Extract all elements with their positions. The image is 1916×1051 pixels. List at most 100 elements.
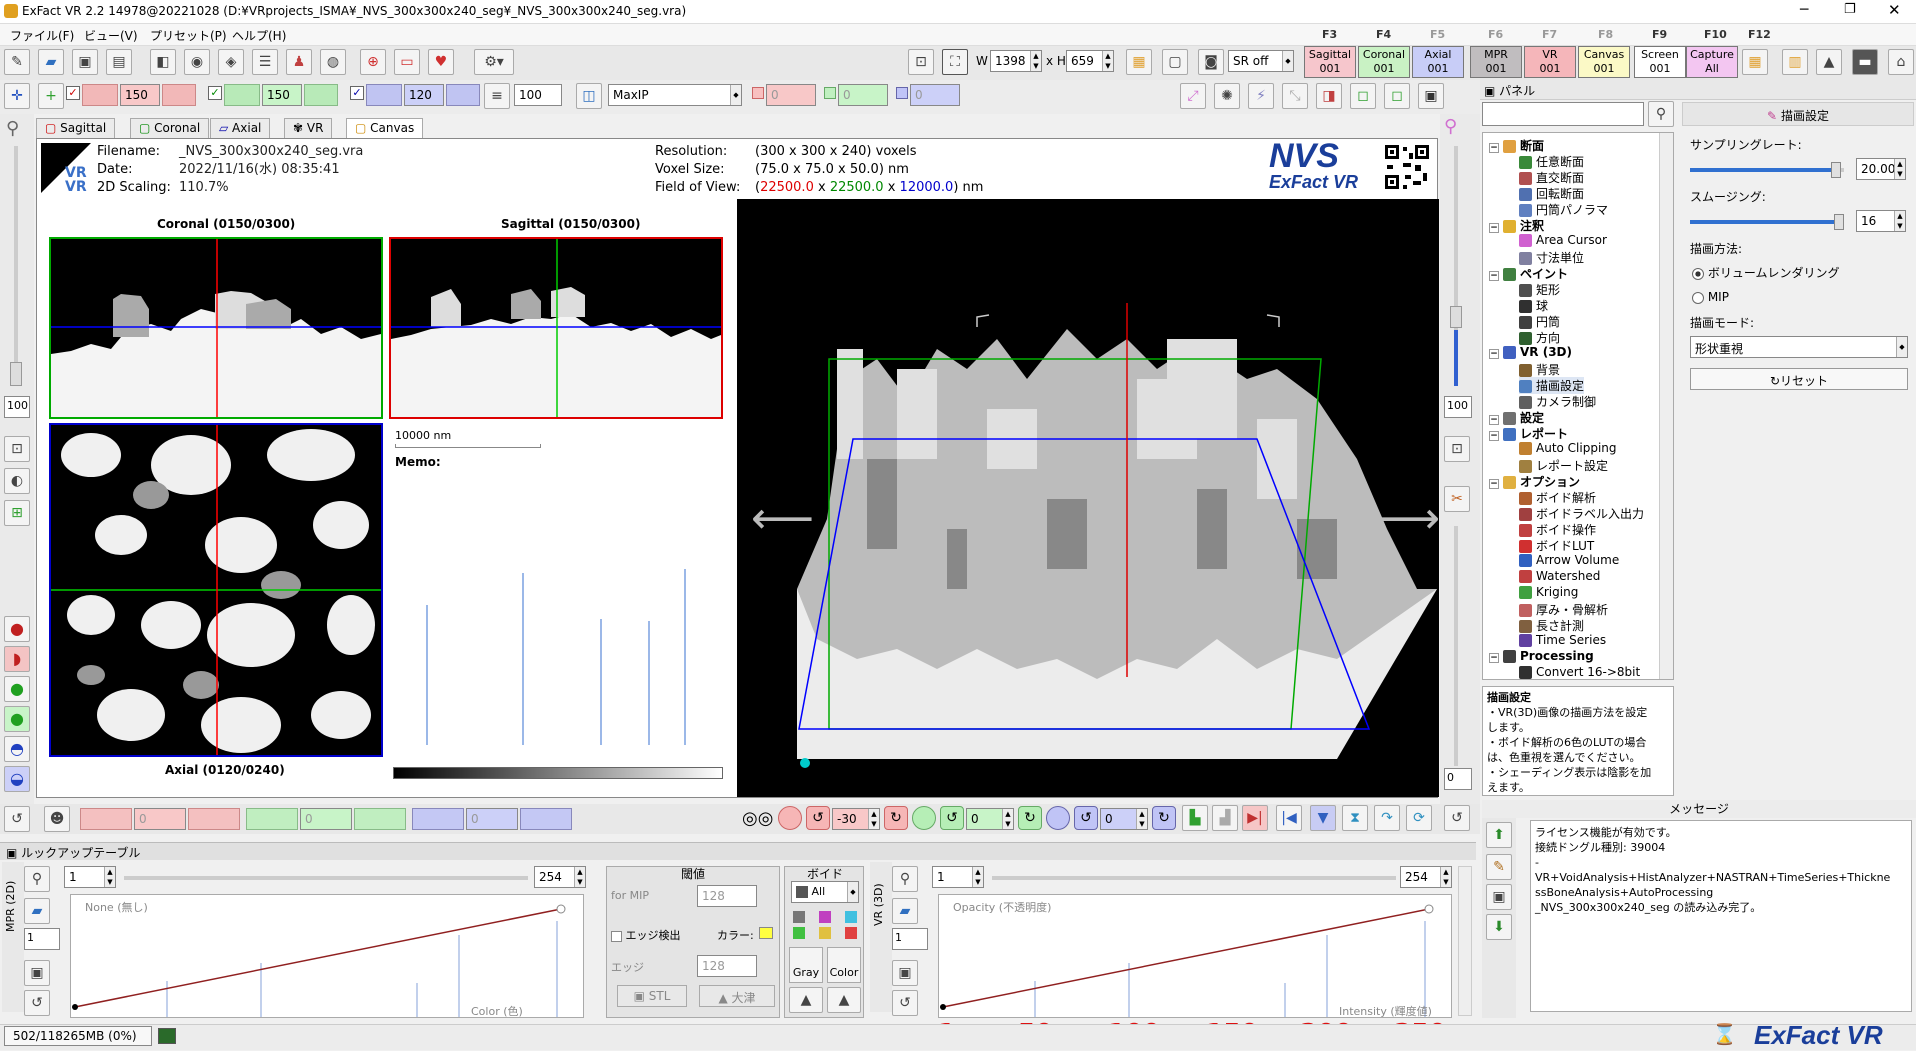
fit-window-icon[interactable]: ⊡ (908, 49, 934, 75)
preset-button[interactable]: Sagittal 001 (1304, 46, 1356, 78)
person-icon[interactable]: ♟ (286, 49, 312, 75)
import-icon[interactable]: ◉ (184, 49, 210, 75)
camera-icon[interactable]: ◍ (320, 49, 346, 75)
tree-scrollbar[interactable] (1659, 133, 1673, 679)
light-icon[interactable]: ✺ (1214, 83, 1240, 109)
tab-axial[interactable]: ▱ Axial (210, 118, 271, 138)
tool-icon-b[interactable]: ⤡ (1282, 83, 1308, 109)
pencil-icon[interactable]: ✎ (4, 49, 30, 75)
tree-item[interactable]: 直交断面 (1519, 169, 1584, 186)
menu-file[interactable]: ファイル(F) (10, 27, 74, 44)
tree-group[interactable]: − Processing (1489, 649, 1594, 663)
lut-left-graph[interactable]: None (無し) Color (色) (70, 894, 584, 1018)
home-icon[interactable]: ⌂ (1888, 49, 1914, 75)
avatar-icon[interactable]: ☻ (44, 806, 70, 832)
mip-threshold-input[interactable]: 128 (697, 885, 757, 907)
width-input[interactable]: 1398 ▲ ▼ (990, 50, 1042, 72)
capture-icon-1[interactable]: ▦ (1742, 49, 1768, 75)
axial-steps-right[interactable] (446, 84, 480, 106)
axial-view-icon-2[interactable]: ◒ (4, 766, 30, 792)
menu-preset[interactable]: プリセット(P) (150, 27, 227, 44)
cube-icon[interactable]: ◻ (1350, 83, 1376, 109)
lut-right-max-input[interactable]: 254 ▲ ▼ (1400, 866, 1452, 888)
edge-threshold-input[interactable]: 128 (697, 955, 757, 977)
tree-group[interactable]: − オプション (1489, 473, 1580, 490)
edge-detect-checkbox[interactable]: エッジ検出 (611, 927, 681, 943)
rot-z-icon[interactable] (1046, 806, 1070, 830)
lut-right-min-input[interactable]: 1 ▲ ▼ (932, 866, 984, 888)
contrast-icon[interactable]: ◐ (4, 468, 30, 494)
view-redo-icon[interactable]: ↷ (1374, 805, 1400, 831)
reset-right-icon[interactable]: ↺ (1444, 805, 1470, 831)
bottom-green-steps[interactable] (246, 808, 298, 830)
tree-item[interactable]: Arrow Volume (1519, 553, 1619, 567)
lut-left-save-icon[interactable]: ▣ (24, 960, 50, 986)
sagittal-view[interactable] (389, 237, 723, 419)
document-icon[interactable]: ▢ (1162, 49, 1188, 75)
cube-icon-2[interactable]: ◻ (1384, 83, 1410, 109)
histogram-icon[interactable]: ▲ (1816, 49, 1842, 75)
sagittal-slice-input[interactable]: 150 (120, 84, 160, 106)
void-hist-icon-2[interactable]: ▲ (827, 987, 861, 1013)
bottom-green-input[interactable]: 0 (300, 808, 352, 830)
rot-x-ccw-icon[interactable]: ↺ (806, 806, 830, 830)
fit-icon-right[interactable]: ⊡ (1444, 436, 1470, 462)
void-select[interactable]: All ◆ (791, 881, 859, 903)
tree-item[interactable]: 厚み・骨解析 (1519, 601, 1608, 618)
edge-color-swatch[interactable] (759, 927, 773, 939)
sampling-thumb[interactable] (1831, 162, 1842, 178)
crosshair-icon[interactable]: ✛ (4, 83, 30, 109)
reset-icon[interactable]: ↺ (4, 806, 30, 832)
smoothing-slider[interactable] (1690, 214, 1845, 230)
restore-icon[interactable]: ❐ (1844, 2, 1856, 17)
tree-group[interactable]: − ペイント (1489, 265, 1568, 282)
convert-icon[interactable]: ◈ (218, 49, 244, 75)
tree-item[interactable]: 任意断面 (1519, 153, 1584, 170)
view-left-icon[interactable]: |◀ (1276, 805, 1302, 831)
projection-mode-select[interactable]: MaxIP ◆ (608, 84, 742, 106)
axial-view-icon[interactable]: ◓ (4, 736, 30, 762)
save-as-icon[interactable]: ▤ (106, 49, 132, 75)
fit-icon[interactable]: ⊡ (4, 436, 30, 462)
tree-item[interactable]: ボイド解析 (1519, 489, 1596, 506)
rot-y-input[interactable]: 0 ▲ ▼ (966, 808, 1014, 830)
otsu-button[interactable]: ▲ 大津 (699, 985, 775, 1007)
lut-left-range[interactable] (124, 876, 528, 880)
msg-clear-icon[interactable]: ✎ (1486, 854, 1512, 880)
tree-item[interactable]: ボイド操作 (1519, 521, 1596, 538)
tab-sagittal[interactable]: ▢ Sagittal (36, 118, 116, 138)
tree-item[interactable]: 円筒 (1519, 313, 1560, 330)
tree-item[interactable]: 回転断面 (1519, 185, 1584, 202)
preset-button[interactable]: Axial 001 (1412, 46, 1464, 78)
view-back-icon[interactable]: ▟ (1212, 805, 1238, 831)
lut-right-open-icon[interactable]: ▰ (892, 898, 918, 924)
canvas-view[interactable]: VR VR Filename: Date: 2D Scaling: _NVS_30… (36, 138, 1440, 798)
tree-item[interactable]: レポート設定 (1519, 457, 1608, 474)
lut-right-num[interactable]: 1 (892, 928, 928, 950)
axial-view[interactable] (49, 423, 383, 757)
void-color-button[interactable]: Color (827, 947, 861, 983)
right-slider-2[interactable] (1454, 526, 1458, 766)
sampling-input[interactable]: 20.00 ▲ ▼ (1856, 158, 1906, 180)
tree-item[interactable]: Auto Clipping (1519, 441, 1617, 455)
rot-z-ccw-icon[interactable]: ↺ (1074, 806, 1098, 830)
rot-z-input[interactable]: 0 ▲ ▼ (1100, 808, 1148, 830)
eyes-icon[interactable]: ◎◎ (742, 808, 773, 829)
bottom-blue-input[interactable]: 0 (466, 808, 518, 830)
right-slider-input[interactable]: 0 (1444, 768, 1472, 790)
grid-icon[interactable]: ⊞ (4, 500, 30, 526)
tree-group[interactable]: − レポート (1489, 425, 1568, 442)
thickness-icon[interactable]: ≡ (484, 83, 510, 109)
void-hist-icon[interactable]: ▲ (789, 987, 823, 1013)
right-zoom-input[interactable]: 100 (1444, 396, 1472, 418)
view-bottom-icon[interactable]: ⧗ (1342, 805, 1368, 831)
preset-button[interactable]: Coronal 001 (1358, 46, 1410, 78)
capture-icon-2[interactable]: ▥ (1782, 49, 1808, 75)
coronal-steps-right[interactable] (304, 84, 338, 106)
lut-left-num[interactable]: 1 (24, 928, 60, 950)
tool-icon-a[interactable]: ⚡ (1248, 83, 1274, 109)
left-zoom-input[interactable]: 100 (4, 396, 30, 418)
rot-y-icon[interactable] (912, 806, 936, 830)
green-swatch[interactable] (824, 87, 836, 99)
lut-left-open-icon[interactable]: ▰ (24, 898, 50, 924)
